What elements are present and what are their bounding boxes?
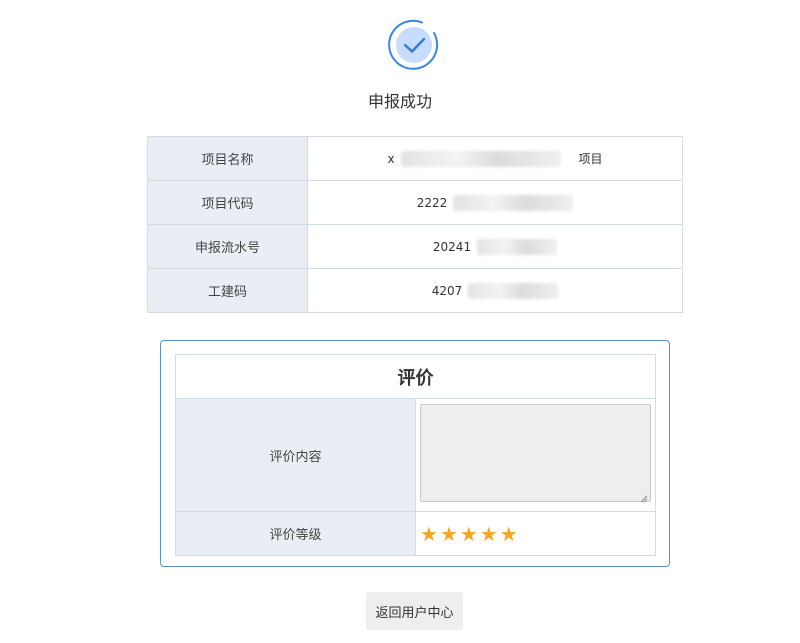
serial-number-prefix: 20241 <box>432 239 472 254</box>
redacted-mask <box>453 194 574 211</box>
evaluation-textarea-wrap <box>420 404 651 506</box>
construction-code-prefix: 4207 <box>431 283 463 298</box>
evaluation-content-label: 评价内容 <box>175 398 416 512</box>
table-row: 申报流水号 20241 <box>147 224 683 269</box>
serial-number-label: 申报流水号 <box>147 224 308 269</box>
project-name-prefix: x <box>387 151 395 166</box>
evaluation-content-cell <box>415 398 656 512</box>
star-rating[interactable]: ★ ★ ★ ★ ★ <box>420 524 655 544</box>
declaration-info-table: 项目名称 x 项目 项目代码 2222 申报流水号 20241 工建码 4207 <box>147 136 683 313</box>
project-code-label: 项目代码 <box>147 180 308 225</box>
serial-number-value: 20241 <box>307 224 683 269</box>
evaluation-panel: 评价 评价内容 评价等级 ★ ★ ★ ★ ★ <box>160 340 670 567</box>
construction-code-label: 工建码 <box>147 268 308 313</box>
star-icon[interactable]: ★ <box>420 524 438 544</box>
evaluation-rating-label: 评价等级 <box>175 511 416 556</box>
table-row: 工建码 4207 <box>147 268 683 313</box>
redacted-mask <box>400 150 561 167</box>
success-title: 申报成功 <box>367 92 432 111</box>
star-icon[interactable]: ★ <box>480 524 498 544</box>
evaluation-rating-cell: ★ ★ ★ ★ ★ <box>415 511 656 556</box>
redacted-mask <box>477 238 558 255</box>
project-name-value: x 项目 <box>307 136 683 181</box>
back-to-user-center-button[interactable]: 返回用户中心 <box>366 592 463 630</box>
evaluation-content-input[interactable] <box>420 404 651 502</box>
project-code-value: 2222 <box>307 180 683 225</box>
resize-grip-icon[interactable] <box>640 495 648 503</box>
star-icon[interactable]: ★ <box>460 524 478 544</box>
table-row: 项目名称 x 项目 <box>147 136 683 181</box>
evaluation-table: 评价 评价内容 评价等级 ★ ★ ★ ★ ★ <box>175 354 656 556</box>
table-row: 项目代码 2222 <box>147 180 683 225</box>
construction-code-value: 4207 <box>307 268 683 313</box>
project-name-suffix: 项目 <box>578 152 603 166</box>
success-check-icon <box>388 19 439 70</box>
evaluation-header: 评价 <box>175 354 656 399</box>
declaration-success-page: 申报成功 项目名称 x 项目 项目代码 2222 申报流水号 20241 工建码… <box>0 0 800 643</box>
redacted-mask <box>468 282 559 299</box>
project-name-label: 项目名称 <box>147 136 308 181</box>
project-code-prefix: 2222 <box>416 195 448 210</box>
star-icon[interactable]: ★ <box>440 524 458 544</box>
star-icon[interactable]: ★ <box>500 524 518 544</box>
